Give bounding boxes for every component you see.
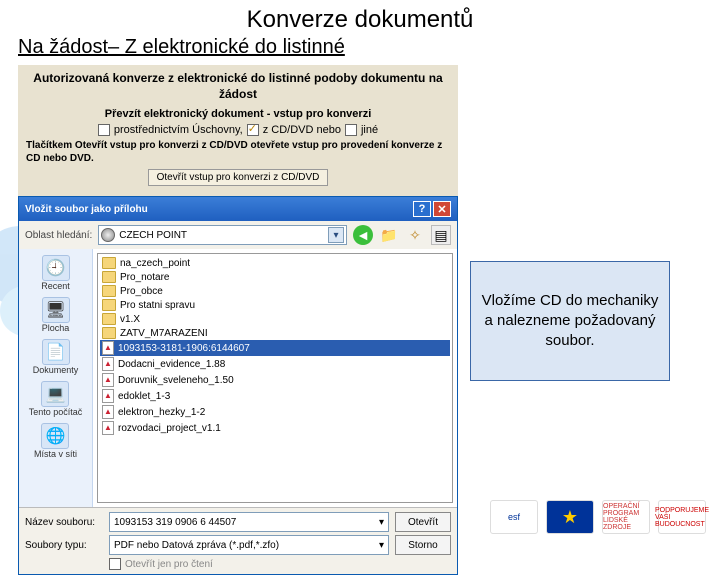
file-row[interactable]: v1.X <box>100 312 450 326</box>
chevron-down-icon: ▾ <box>379 517 384 528</box>
up-folder-icon[interactable]: 📁 <box>379 225 399 245</box>
views-icon[interactable]: ▤ <box>431 225 451 245</box>
file-icon <box>102 389 114 403</box>
folder-icon <box>102 257 116 269</box>
filename-value: 1093153 319 0906 6 44507 <box>114 517 379 528</box>
dialog-title: Vložit soubor jako přílohu <box>25 204 148 215</box>
file-name: v1.X <box>120 314 140 325</box>
sidebar-item-network[interactable]: 🌐 Místa v síti <box>34 421 77 461</box>
folder-icon <box>102 285 116 297</box>
folder-icon <box>102 313 116 325</box>
file-name: na_czech_point <box>120 258 190 269</box>
file-name: elektron_hezky_1-2 <box>118 407 205 418</box>
readonly-label: Otevřít jen pro čtení <box>125 559 213 570</box>
file-row[interactable]: ZATV_M7ARAZENI <box>100 326 450 340</box>
folder-icon <box>102 299 116 311</box>
lookin-value: CZECH POINT <box>119 230 328 241</box>
close-button[interactable]: ✕ <box>433 201 451 217</box>
sidebar-item-label: Místa v síti <box>34 449 77 459</box>
file-row[interactable]: Dodacni_evidence_1.88 <box>100 356 450 372</box>
sidebar-item-computer[interactable]: 💻 Tento počítač <box>29 379 83 419</box>
chevron-down-icon: ▾ <box>328 227 344 243</box>
chevron-down-icon: ▾ <box>379 540 384 551</box>
checkbox-cddvd-label: z CD/DVD nebo <box>263 124 341 136</box>
file-name: Dodacni_evidence_1.88 <box>118 359 225 370</box>
conversion-panel: Autorizovaná konverze z elektronické do … <box>18 65 458 196</box>
file-icon <box>102 341 114 355</box>
filename-label: Název souboru: <box>25 517 103 528</box>
sidebar-item-recent[interactable]: 🕘 Recent <box>41 253 70 293</box>
conversion-subheading: Převzít elektronický dokument - vstup pr… <box>26 108 450 120</box>
esf-logo: esf <box>490 500 538 534</box>
conversion-hint: Tlačítkem Otevřít vstup pro konverzi z C… <box>26 140 450 165</box>
file-row[interactable]: Pro_notare <box>100 270 450 284</box>
podporujeme-logo: PODPORUJEME VAŠI BUDOUCNOST <box>658 500 706 534</box>
lookin-label: Oblast hledání: <box>25 230 92 241</box>
folder-icon <box>102 327 116 339</box>
disc-icon <box>101 228 115 242</box>
file-name: Pro statni spravu <box>120 300 195 311</box>
file-name: Doruvnik_sveleneho_1.50 <box>118 375 234 386</box>
new-folder-icon[interactable]: ✧ <box>405 225 425 245</box>
help-button[interactable]: ? <box>413 201 431 217</box>
op-logo: OPERAČNÍ PROGRAM LIDSKÉ ZDROJE <box>602 500 650 534</box>
file-icon <box>102 405 114 419</box>
file-icon <box>102 373 114 387</box>
page-subtitle: Na žádost– Z elektronické do listinné <box>18 36 720 59</box>
places-sidebar: 🕘 Recent 🖥 Plocha 📄 Dokumenty 💻 Tento po… <box>19 249 93 507</box>
sidebar-item-label: Tento počítač <box>29 407 83 417</box>
filetype-value: PDF nebo Datová zpráva (*.pdf,*.zfo) <box>114 540 379 551</box>
open-cddvd-button[interactable]: Otevřít vstup pro konverzi z CD/DVD <box>148 169 329 186</box>
checkbox-cddvd[interactable] <box>247 124 259 136</box>
file-row[interactable]: rozvodaci_project_v1.1 <box>100 420 450 436</box>
lookin-combo[interactable]: CZECH POINT ▾ <box>98 225 347 245</box>
sidebar-item-documents[interactable]: 📄 Dokumenty <box>33 337 79 377</box>
file-name: Pro_notare <box>120 272 169 283</box>
folder-icon <box>102 271 116 283</box>
back-icon[interactable]: ◄ <box>353 225 373 245</box>
file-row[interactable]: na_czech_point <box>100 256 450 270</box>
page-title: Konverze dokumentů <box>0 6 720 34</box>
footer-logos: esf ★ OPERAČNÍ PROGRAM LIDSKÉ ZDROJE POD… <box>490 500 706 534</box>
callout-text: Vložíme CD do mechaniky a nalezneme poža… <box>481 291 659 352</box>
desktop-icon: 🖥 <box>42 297 70 323</box>
instruction-callout: Vložíme CD do mechaniky a nalezneme poža… <box>470 261 670 381</box>
file-row[interactable]: 1093153-3181-1906:6144607 <box>100 340 450 356</box>
recent-icon: 🕘 <box>42 255 70 281</box>
file-name: 1093153-3181-1906:6144607 <box>118 343 250 354</box>
documents-icon: 📄 <box>42 339 70 365</box>
file-row[interactable]: edoklet_1-3 <box>100 388 450 404</box>
file-name: rozvodaci_project_v1.1 <box>118 423 221 434</box>
file-name: Pro_obce <box>120 286 163 297</box>
file-dialog: Vložit soubor jako přílohu ? ✕ Oblast hl… <box>18 196 458 575</box>
open-button[interactable]: Otevřít <box>395 512 451 532</box>
checkbox-uschovna[interactable] <box>98 124 110 136</box>
checkbox-other-label: jiné <box>361 124 378 136</box>
file-list[interactable]: na_czech_point Pro_notare Pro_obce Pro stat… <box>97 253 453 503</box>
file-row[interactable]: elektron_hezky_1-2 <box>100 404 450 420</box>
checkbox-uschovna-label: prostřednictvím Úschovny, <box>114 124 243 136</box>
network-icon: 🌐 <box>41 423 69 449</box>
sidebar-item-desktop[interactable]: 🖥 Plocha <box>42 295 70 335</box>
sidebar-item-label: Recent <box>41 281 70 291</box>
checkbox-other[interactable] <box>345 124 357 136</box>
file-row[interactable]: Pro statni spravu <box>100 298 450 312</box>
sidebar-item-label: Dokumenty <box>33 365 79 375</box>
file-icon <box>102 357 114 371</box>
file-name: edoklet_1-3 <box>118 391 170 402</box>
file-row[interactable]: Doruvnik_sveleneho_1.50 <box>100 372 450 388</box>
sidebar-item-label: Plocha <box>42 323 70 333</box>
conversion-title: Autorizovaná konverze z elektronické do … <box>26 71 450 102</box>
readonly-checkbox[interactable] <box>109 558 121 570</box>
eu-flag-icon: ★ <box>546 500 594 534</box>
computer-icon: 💻 <box>41 381 69 407</box>
file-name: ZATV_M7ARAZENI <box>120 328 208 339</box>
cancel-button[interactable]: Storno <box>395 535 451 555</box>
file-row[interactable]: Pro_obce <box>100 284 450 298</box>
file-icon <box>102 421 114 435</box>
filetype-label: Soubory typu: <box>25 540 103 551</box>
filename-input[interactable]: 1093153 319 0906 6 44507 ▾ <box>109 512 389 532</box>
filetype-combo[interactable]: PDF nebo Datová zpráva (*.pdf,*.zfo) ▾ <box>109 535 389 555</box>
